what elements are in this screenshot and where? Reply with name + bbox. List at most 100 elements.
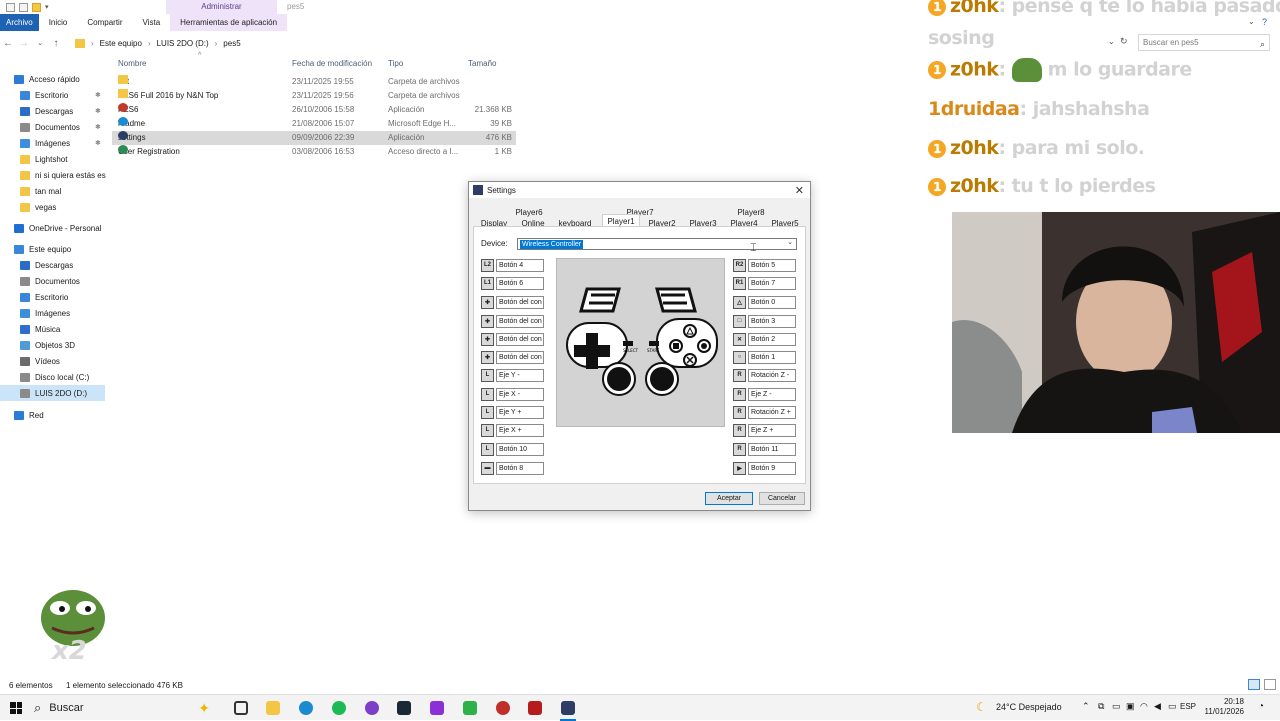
nav-item[interactable]: Objetos 3D [0,337,75,353]
details-view-icon[interactable] [1248,679,1260,690]
breadcrumb-este-equipo[interactable]: Este equipo [100,39,142,48]
network-tray-icon[interactable]: ⧉ [1098,701,1104,712]
task-view-icon[interactable] [234,701,248,715]
nav-item[interactable]: Este equipo [0,241,71,257]
left-mapping-field[interactable]: Botón del con [496,295,544,309]
file-row[interactable]: User Registration 03/08/2006 16:53 Acceso … [112,145,516,159]
taskbar-search[interactable]: ⌕ Buscar ✦ [34,697,214,719]
nav-item[interactable]: LUIS 2DO (D:) [0,385,105,401]
right-mapping-field[interactable]: Botón 11 [748,442,796,456]
recent-dropdown-icon[interactable]: ⌄ [32,39,48,47]
nav-item[interactable]: Documentos [0,273,80,289]
nav-item[interactable]: Imágenes [0,305,70,321]
right-mapping-field[interactable]: Botón 5 [748,258,796,272]
left-mapping-field[interactable]: Eje Y - [496,368,544,382]
nav-item[interactable]: Imágenes ✱ [0,135,101,151]
right-mapping-field[interactable]: Botón 0 [748,295,796,309]
weather-text[interactable]: 24°C Despejado [996,702,1062,712]
customize-dropdown-icon[interactable]: ▾ [45,3,49,11]
language-indicator[interactable]: ESP [1180,702,1196,711]
close-icon[interactable]: ✕ [795,184,804,197]
ribbon-tab-herramientas[interactable]: Herramientas de aplicación [170,14,288,31]
chevron-up-icon[interactable]: ⌃ [1082,701,1090,712]
notification-bell-icon[interactable]: ◔ [1258,701,1264,712]
wifi-icon[interactable]: ◠ [1140,701,1148,712]
help-icon[interactable]: ? [1262,17,1267,27]
left-mapping-field[interactable]: Botón 4 [496,258,544,272]
column-header-tamano[interactable]: Tamaño [468,59,496,68]
ribbon-tab-inicio[interactable]: Inicio [39,14,78,31]
file-row[interactable]: settings 09/09/2006 22:39 Aplicación 476 KB [112,131,516,145]
nav-item[interactable]: Disco local (C:) [0,369,89,385]
left-mapping-field[interactable]: Botón 8 [496,461,544,475]
nav-item[interactable]: ni si quiera estás es [0,167,106,183]
cancel-button[interactable]: Cancelar [759,492,805,505]
nav-item[interactable]: Escritorio ✱ [0,87,101,103]
right-mapping-field[interactable]: Botón 2 [748,332,796,346]
right-mapping-field[interactable]: Botón 9 [748,461,796,475]
canva-icon[interactable] [430,701,444,715]
nav-item[interactable]: tan mal [0,183,61,199]
nav-item[interactable]: Vídeos [0,353,60,369]
up-icon[interactable]: ↑ [48,38,64,49]
left-mapping-field[interactable]: Botón del con [496,332,544,346]
ribbon-tab-compartir[interactable]: Compartir [77,14,132,31]
large-icons-view-icon[interactable] [1264,679,1276,690]
discord-icon[interactable] [365,701,379,715]
right-mapping-field[interactable]: Rotación Z + [748,405,796,419]
nav-item[interactable]: Descargas [0,257,73,273]
spotify-icon[interactable] [332,701,346,715]
nav-item[interactable]: Lightshot [0,151,67,167]
obs-icon[interactable] [496,701,510,715]
file-explorer-icon[interactable] [266,701,280,715]
file-row[interactable]: readme 21/08/2006 15:07 Microsoft Edge H..… [112,117,516,131]
column-header-nombre[interactable]: Nombre [118,59,146,68]
nav-item[interactable]: Acceso rápido [0,71,80,87]
left-mapping-field[interactable]: Eje Y + [496,405,544,419]
battery-icon[interactable]: ▭ [1168,701,1177,712]
breadcrumb-pes5[interactable]: pes5 [223,39,240,48]
right-mapping-field[interactable]: Eje Z - [748,387,796,401]
file-row[interactable]: PES6 Full 2016 by N&N Top 23/11/2025 19:5… [112,89,516,103]
nav-item[interactable]: Escritorio [0,289,68,305]
volume-icon[interactable]: ◀ [1154,701,1161,712]
file-row[interactable]: PES6 26/10/2006 15:58 Aplicación 21.368 KB [112,103,516,117]
left-mapping-field[interactable]: Botón 6 [496,276,544,290]
nav-item[interactable]: Red [0,407,44,423]
monitor-tray-icon[interactable]: ▭ [1112,701,1121,712]
nav-item[interactable]: Documentos ✱ [0,119,101,135]
app-tray-icon[interactable]: ▣ [1126,701,1135,712]
column-header-tipo[interactable]: Tipo [388,59,403,68]
column-header-fecha[interactable]: Fecha de modificación [292,59,372,68]
right-mapping-field[interactable]: Botón 7 [748,276,796,290]
edge-icon[interactable] [299,701,313,715]
right-mapping-field[interactable]: Botón 3 [748,314,796,328]
address-dropdown-icon[interactable]: ⌄ [1108,37,1115,46]
right-mapping-field[interactable]: Botón 1 [748,350,796,364]
windows-start-icon[interactable] [10,702,22,714]
settings-app-taskbar-icon[interactable] [561,701,575,715]
steam-icon[interactable] [397,701,411,715]
right-mapping-field[interactable]: Rotación Z - [748,368,796,382]
refresh-icon[interactable]: ↻ [1120,36,1128,47]
nav-item[interactable]: OneDrive - Personal [0,220,101,236]
back-icon[interactable]: ← [0,38,16,49]
forward-icon[interactable]: → [16,38,32,49]
left-mapping-field[interactable]: Botón del con [496,350,544,364]
file-row[interactable]: dat 23/11/2025 19:55 Carpeta de archivos [112,75,516,89]
left-mapping-field[interactable]: Botón del con [496,314,544,328]
left-mapping-field[interactable]: Eje X - [496,387,544,401]
clock[interactable]: 20:18 11/01/2026 [1200,697,1244,717]
left-mapping-field[interactable]: Eje X + [496,423,544,437]
new-folder-icon[interactable] [32,2,41,12]
breadcrumb-drive[interactable]: LUIS 2DO (D:) [157,39,209,48]
expand-ribbon-icon[interactable]: ⌄ [1248,17,1255,26]
ribbon-tab-archivo[interactable]: Archivo [0,14,39,31]
search-input[interactable]: Buscar en pes5 ⌕ [1138,34,1270,51]
nav-item[interactable]: Música [0,321,60,337]
right-mapping-field[interactable]: Eje Z + [748,423,796,437]
voice-app-icon[interactable] [528,701,542,715]
capcut-icon[interactable] [463,701,477,715]
ribbon-tab-vista[interactable]: Vista [133,14,171,31]
left-mapping-field[interactable]: Botón 10 [496,442,544,456]
